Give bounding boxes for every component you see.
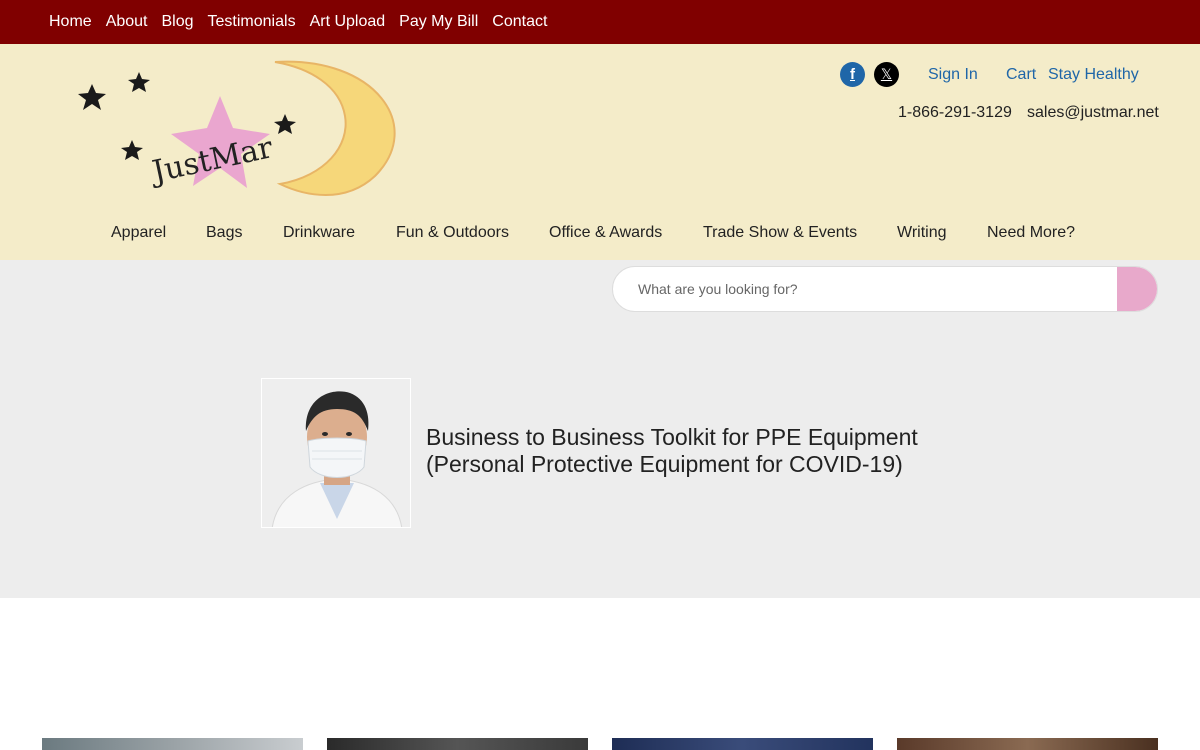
hero-title-line1: Business to Business Toolkit for PPE Equ… bbox=[426, 424, 918, 450]
top-nav: Home About Blog Testimonials Art Upload … bbox=[49, 0, 561, 44]
category-office-awards[interactable]: Office & Awards bbox=[549, 224, 662, 242]
x-twitter-icon[interactable]: 𝕏 bbox=[874, 62, 899, 87]
search-input[interactable] bbox=[613, 267, 1119, 311]
category-writing[interactable]: Writing bbox=[897, 224, 947, 242]
top-nav-art-upload[interactable]: Art Upload bbox=[310, 13, 386, 31]
search-bar bbox=[612, 266, 1158, 312]
category-apparel[interactable]: Apparel bbox=[111, 224, 166, 242]
category-drinkware[interactable]: Drinkware bbox=[283, 224, 355, 242]
category-nav: Apparel Bags Drinkware Fun & Outdoors Of… bbox=[0, 224, 1200, 244]
category-fun-outdoors[interactable]: Fun & Outdoors bbox=[396, 224, 509, 242]
product-cards-row bbox=[0, 738, 1200, 750]
category-need-more[interactable]: Need More? bbox=[987, 224, 1075, 242]
site-header: JustMar f 𝕏 Sign In Cart Stay Healthy 1-… bbox=[0, 44, 1200, 260]
phone-number[interactable]: 1-866-291-3129 bbox=[898, 104, 1012, 122]
hero-band: Business to Business Toolkit for PPE Equ… bbox=[0, 260, 1200, 598]
category-bags[interactable]: Bags bbox=[206, 224, 242, 242]
top-nav-home[interactable]: Home bbox=[49, 13, 92, 31]
logo-graphic: JustMar bbox=[78, 60, 396, 196]
top-nav-pay-my-bill[interactable]: Pay My Bill bbox=[399, 13, 478, 31]
cart-link[interactable]: Cart bbox=[1006, 66, 1036, 84]
product-card[interactable] bbox=[42, 738, 303, 750]
product-card[interactable] bbox=[612, 738, 873, 750]
stay-healthy-link[interactable]: Stay Healthy bbox=[1048, 66, 1139, 84]
ppe-hero-image[interactable] bbox=[261, 378, 411, 528]
top-nav-about[interactable]: About bbox=[106, 13, 148, 31]
search-button[interactable] bbox=[1117, 267, 1157, 311]
category-trade-show-events[interactable]: Trade Show & Events bbox=[703, 224, 857, 242]
top-nav-blog[interactable]: Blog bbox=[162, 13, 194, 31]
sign-in-link[interactable]: Sign In bbox=[928, 66, 978, 84]
product-card[interactable] bbox=[327, 738, 588, 750]
top-nav-testimonials[interactable]: Testimonials bbox=[208, 13, 296, 31]
top-bar: Home About Blog Testimonials Art Upload … bbox=[0, 0, 1200, 44]
top-nav-contact[interactable]: Contact bbox=[492, 13, 547, 31]
facebook-icon[interactable]: f bbox=[840, 62, 865, 87]
hero-title[interactable]: Business to Business Toolkit for PPE Equ… bbox=[426, 424, 986, 478]
masked-person-image bbox=[262, 379, 410, 527]
email-address[interactable]: sales@justmar.net bbox=[1027, 104, 1159, 122]
hero-title-line2: (Personal Protective Equipment for COVID… bbox=[426, 451, 903, 477]
product-card[interactable] bbox=[897, 738, 1158, 750]
site-logo[interactable]: JustMar bbox=[75, 56, 415, 196]
